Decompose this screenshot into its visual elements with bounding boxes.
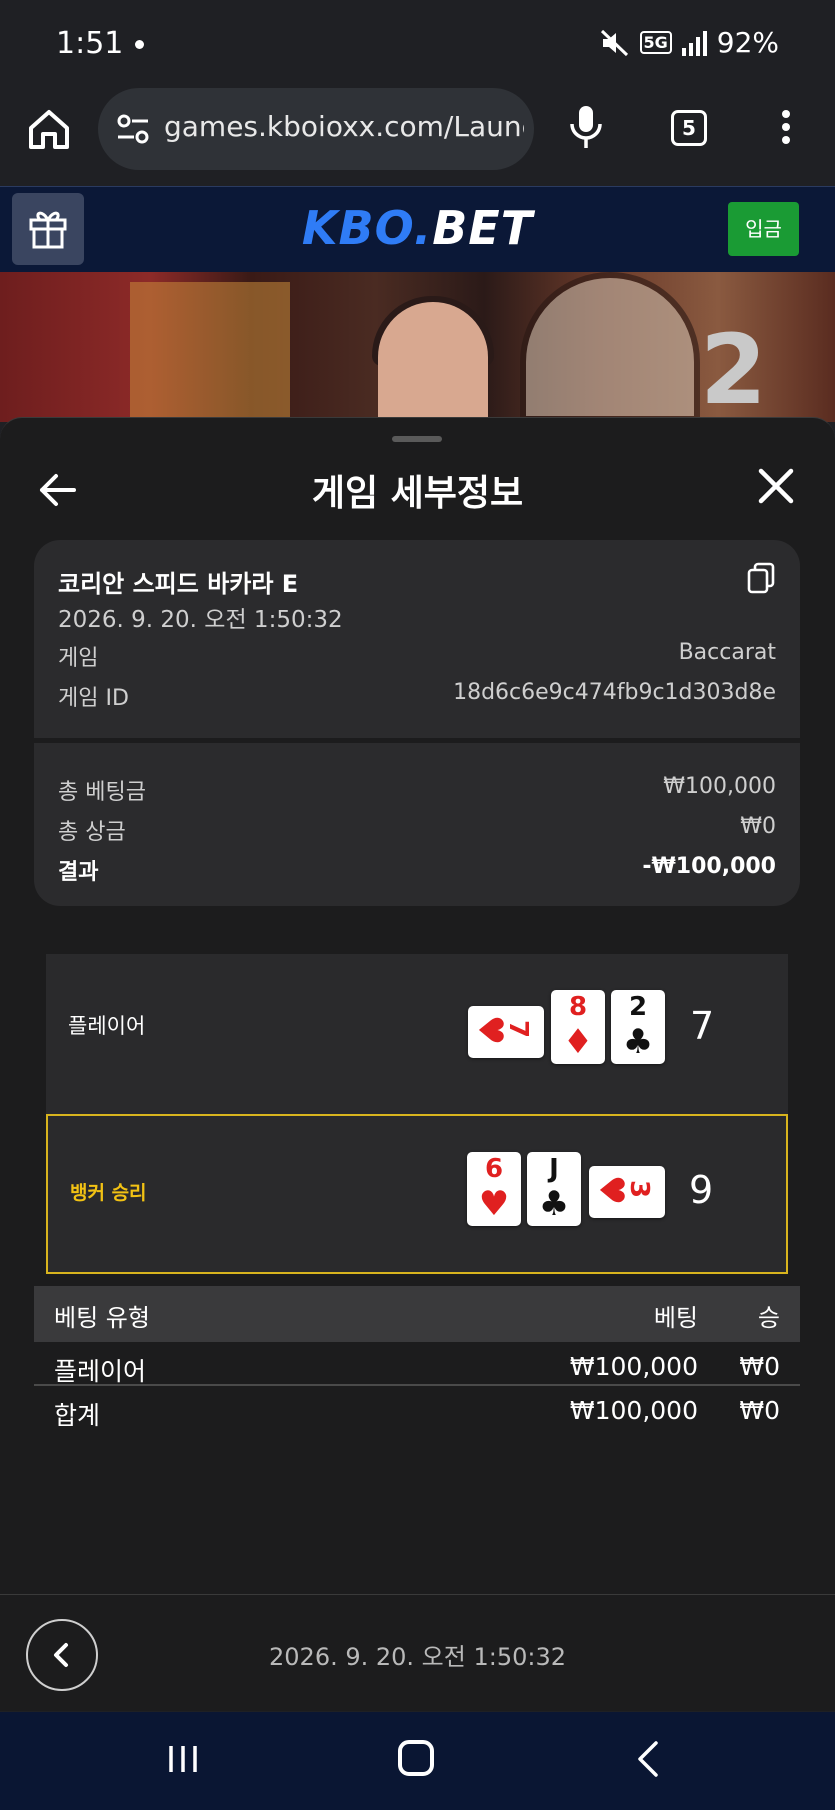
game-type-value: Baccarat xyxy=(678,640,776,665)
total-label: 합계 xyxy=(54,1401,101,1430)
row-bet-type: 플레이어 xyxy=(54,1357,147,1386)
game-type-row: 게임 Baccarat xyxy=(58,640,776,672)
more-vert-icon[interactable] xyxy=(780,110,792,148)
total-bet-row: 총 베팅금 ₩100,000 xyxy=(58,774,776,806)
total-win-amount: ₩0 xyxy=(739,1396,780,1425)
live-video: 2 xyxy=(0,272,835,422)
game-name: 코리안 스피드 바카라 E xyxy=(58,570,299,598)
result-value: -₩100,000 xyxy=(642,854,776,879)
footer-date: 2026. 9. 20. 오전 1:50:32 xyxy=(269,1643,566,1671)
banker-score: 9 xyxy=(689,1168,714,1212)
video-overlay-number: 2 xyxy=(700,314,767,422)
close-icon[interactable] xyxy=(756,466,796,506)
home-icon[interactable] xyxy=(26,106,72,152)
total-win-label: 총 상금 xyxy=(58,820,126,845)
game-id-value: 18d6c6e9c474fb9c1d303d8e xyxy=(453,680,776,705)
network-type: 5G xyxy=(639,31,672,54)
site-settings-icon[interactable] xyxy=(116,112,150,146)
url-text[interactable]: games.kboioxx.com/Launc xyxy=(164,110,524,143)
game-details-sheet: 게임 세부정보 코리안 스피드 바카라 E 2026. 9. 20. 오전 1:… xyxy=(0,417,835,1711)
player-hand-label: 플레이어 xyxy=(68,1014,146,1038)
total-win-value: ₩0 xyxy=(740,814,776,839)
status-icons: 5G 92% xyxy=(600,26,779,59)
status-time: 1:51 xyxy=(56,26,124,61)
browser-bar: games.kboioxx.com/Launc 5 xyxy=(0,88,835,188)
back-nav-icon[interactable] xyxy=(636,1740,660,1778)
bet-table-header: 베팅 유형 베팅 승 xyxy=(34,1286,800,1342)
player-card-2: 8 ♦ xyxy=(551,990,605,1064)
logo-dot: . xyxy=(413,201,433,255)
game-type-label: 게임 xyxy=(58,646,99,671)
game-info-card: 코리안 스피드 바카라 E 2026. 9. 20. 오전 1:50:32 게임… xyxy=(34,540,800,906)
sheet-footer: 2026. 9. 20. 오전 1:50:32 xyxy=(0,1594,835,1711)
bet-table: 베팅 유형 베팅 승 플레이어 ₩100,000 ₩0 합계 ₩100,000 … xyxy=(34,1286,800,1430)
table-row: 플레이어 ₩100,000 ₩0 xyxy=(34,1342,800,1386)
game-date: 2026. 9. 20. 오전 1:50:32 xyxy=(58,607,343,633)
home-nav-icon[interactable] xyxy=(398,1740,434,1776)
player-card-3: 2 ♣ xyxy=(611,990,665,1064)
table-total-row: 합계 ₩100,000 ₩0 xyxy=(34,1386,800,1430)
header-bet-type: 베팅 유형 xyxy=(54,1304,150,1332)
player-card-1: ♥ 7 xyxy=(468,1006,544,1058)
result-row: 결과 -₩100,000 xyxy=(58,854,776,886)
notification-dot xyxy=(135,40,144,49)
logo-bet: BET xyxy=(432,201,534,255)
total-win-row: 총 상금 ₩0 xyxy=(58,814,776,846)
copy-icon[interactable] xyxy=(746,562,776,594)
card-divider xyxy=(34,738,800,743)
banker-card-3: ♥ 3 xyxy=(589,1166,665,1218)
player-hand: 플레이어 ♥ 7 8 ♦ 2 ♣ 7 xyxy=(46,954,788,1114)
signal-icon xyxy=(681,30,707,56)
banker-card-2: J ♣ xyxy=(527,1152,581,1226)
sheet-title: 게임 세부정보 xyxy=(311,473,524,514)
game-id-row: 게임 ID 18d6c6e9c474fb9c1d303d8e xyxy=(58,680,776,712)
url-bar[interactable]: games.kboioxx.com/Launc xyxy=(98,88,534,170)
total-bet-amount: ₩100,000 xyxy=(569,1396,698,1425)
banker-hand: 뱅커 승리 6 ♥ J ♣ ♥ 3 9 xyxy=(46,1114,788,1274)
total-bet-label: 총 베팅금 xyxy=(58,780,146,805)
result-label: 결과 xyxy=(58,860,99,885)
header-win: 승 xyxy=(757,1304,780,1332)
game-id-label: 게임 ID xyxy=(58,686,129,711)
recent-apps-icon[interactable] xyxy=(166,1742,200,1776)
logo-kbo: KBO xyxy=(301,201,414,255)
site-header: KBO.BET 입금 xyxy=(0,186,835,272)
system-nav-bar xyxy=(0,1712,835,1810)
row-win-amount: ₩0 xyxy=(739,1352,780,1381)
site-logo[interactable]: KBO.BET xyxy=(0,201,835,255)
tabs-icon[interactable]: 5 xyxy=(671,110,707,146)
total-bet-value: ₩100,000 xyxy=(663,774,776,799)
mute-icon xyxy=(600,29,628,56)
row-bet-amount: ₩100,000 xyxy=(569,1352,698,1381)
header-bet: 베팅 xyxy=(653,1304,698,1332)
battery-level: 92% xyxy=(716,26,779,59)
player-score: 7 xyxy=(690,1004,715,1048)
banker-hand-label: 뱅커 승리 xyxy=(70,1182,147,1204)
status-bar: 1:51 5G 92% xyxy=(0,0,835,88)
deposit-button[interactable]: 입금 xyxy=(728,202,799,256)
drag-handle[interactable] xyxy=(392,436,442,442)
banker-card-1: 6 ♥ xyxy=(467,1152,521,1226)
mic-icon[interactable] xyxy=(568,104,604,150)
